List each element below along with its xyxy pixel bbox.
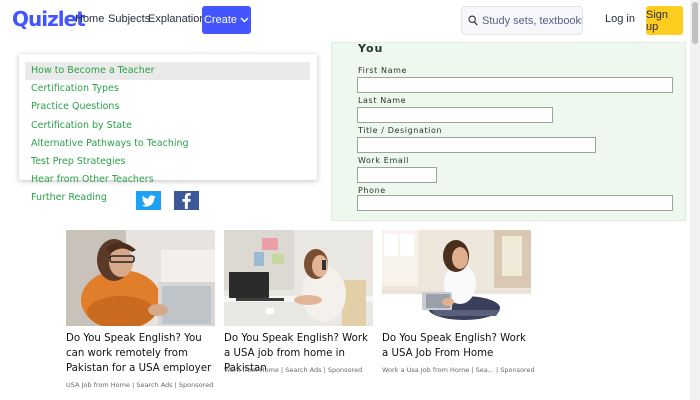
ad-image-woman-laptop-glasses[interactable] <box>66 230 215 326</box>
login-link[interactable]: Log in <box>605 13 635 25</box>
facebook-icon <box>182 192 191 209</box>
nav-item-certification-by-state[interactable]: Certification by State <box>31 120 132 131</box>
first-name-label: First Name <box>358 66 407 75</box>
twitter-icon <box>141 194 156 207</box>
scrollbar-thumb[interactable] <box>692 2 698 44</box>
chevron-down-icon <box>240 17 249 23</box>
ad-source-name: Work from Home <box>224 366 279 374</box>
work-email-label: Work Email <box>358 156 409 165</box>
search-box[interactable] <box>461 6 583 35</box>
nav-item-test-prep-strategies[interactable]: Test Prep Strategies <box>31 156 125 167</box>
create-button[interactable]: Create <box>202 6 251 34</box>
ad-network: Sea... <box>475 366 494 374</box>
ad-source-name: USA Job from Home <box>66 381 130 389</box>
page-scrollbar[interactable] <box>690 0 700 400</box>
ad-source: Work a Usa Job from Home | Sea... | Spon… <box>382 366 535 374</box>
nav-item-alternative-pathways[interactable]: Alternative Pathways to Teaching <box>31 138 189 149</box>
ad-headline[interactable]: Do You Speak English? Work a USA Job Fro… <box>382 331 534 361</box>
nav-item-practice-questions[interactable]: Practice Questions <box>31 101 119 112</box>
twitter-share-button[interactable] <box>136 191 161 210</box>
phone-label: Phone <box>358 186 386 195</box>
ad-network: Search Ads <box>136 381 173 389</box>
nav-home-link[interactable]: Home <box>75 13 104 25</box>
form-title: You <box>358 42 384 55</box>
work-email-field[interactable] <box>357 167 437 183</box>
nav-item-certification-types[interactable]: Certification Types <box>31 83 119 94</box>
title-designation-label: Title / Designation <box>358 126 443 135</box>
ad-sponsored-label: Sponsored <box>178 381 214 389</box>
top-navigation: Quizlet Home Subjects Explanations Creat… <box>0 0 690 42</box>
ad-network: Search Ads <box>285 366 322 374</box>
last-name-field[interactable] <box>357 107 553 123</box>
ad-source-name: Work a Usa Job from Home <box>382 366 470 374</box>
phone-field[interactable] <box>357 195 673 211</box>
create-label: Create <box>203 14 238 26</box>
title-designation-field[interactable] <box>357 137 596 153</box>
nav-subjects-link[interactable]: Subjects <box>108 13 150 25</box>
ad-headline[interactable]: Do You Speak English? You can work remot… <box>66 331 218 376</box>
ad-card-1[interactable]: Do You Speak English? You can work remot… <box>66 230 215 389</box>
ad-card-3[interactable]: Do You Speak English? Work a USA Job Fro… <box>382 230 535 374</box>
ad-card-2[interactable]: Do You Speak English? Work a USA job fro… <box>224 230 373 374</box>
search-input[interactable] <box>482 14 582 27</box>
nav-item-how-to-become-a-teacher[interactable]: How to Become a Teacher <box>31 65 155 76</box>
nav-item-further-reading[interactable]: Further Reading <box>31 192 107 203</box>
ad-image-woman-phone-desk[interactable] <box>224 230 373 326</box>
ad-image-woman-bed-laptop[interactable] <box>382 230 531 326</box>
signup-button[interactable]: Sign up <box>646 6 683 35</box>
facebook-share-button[interactable] <box>174 191 199 210</box>
first-name-field[interactable] <box>357 77 673 93</box>
ad-sponsored-label: Sponsored <box>327 366 363 374</box>
ad-source: Work from Home | Search Ads | Sponsored <box>224 366 363 374</box>
ad-sponsored-label: Sponsored <box>500 366 535 374</box>
quizlet-logo[interactable]: Quizlet <box>12 7 86 31</box>
search-icon <box>468 15 478 26</box>
nav-item-hear-from-other-teachers[interactable]: Hear from Other Teachers <box>31 174 154 185</box>
last-name-label: Last Name <box>358 96 407 105</box>
ad-source: USA Job from Home | Search Ads | Sponsor… <box>66 381 214 389</box>
